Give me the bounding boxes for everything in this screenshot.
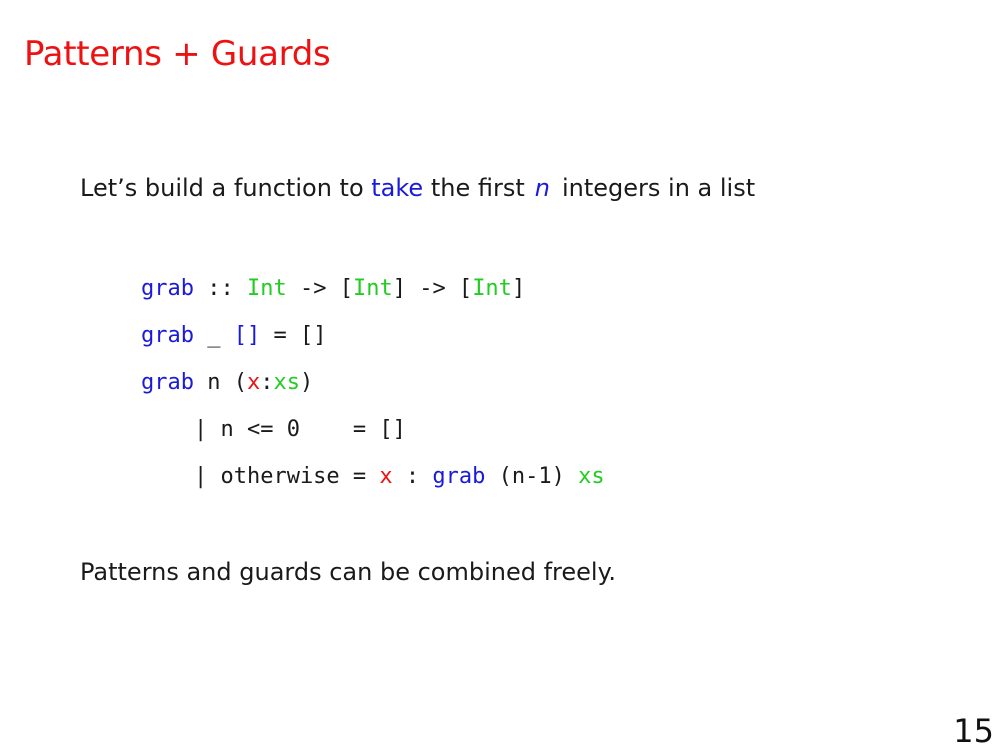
code-block: grab :: Int -> [Int] -> [Int] grab _ [] … bbox=[141, 270, 605, 505]
code-text: :: bbox=[193, 276, 247, 301]
conclusion-text: Patterns and guards can be combined free… bbox=[80, 558, 616, 586]
page-number: 15 bbox=[953, 712, 994, 750]
code-type: Int bbox=[352, 276, 393, 301]
code-empty-list-pattern: [] bbox=[233, 323, 261, 348]
code-fn-name: grab bbox=[141, 323, 194, 348]
code-text: -> [ bbox=[286, 276, 353, 301]
code-line-base-case: grab _ [] = [] bbox=[141, 317, 605, 364]
code-text: _ bbox=[193, 323, 234, 348]
intro-after: integers in a list bbox=[561, 174, 756, 202]
intro-n-variable: n bbox=[534, 174, 550, 202]
code-line-cons-case: grab n (x:xs) bbox=[141, 364, 605, 411]
code-fn-name: grab bbox=[141, 276, 194, 301]
code-tail-var: xs bbox=[273, 370, 300, 395]
code-head-var: x bbox=[379, 464, 393, 489]
code-text: : bbox=[392, 464, 433, 489]
code-text: ] -> [ bbox=[392, 276, 473, 301]
code-fn-name: grab bbox=[141, 370, 194, 395]
code-text: (n-1) bbox=[485, 464, 579, 489]
intro-middle: the first bbox=[423, 174, 525, 202]
code-line-guard-2: | otherwise = x : grab (n-1) xs bbox=[141, 458, 605, 505]
code-type: Int bbox=[472, 276, 512, 301]
code-text: | n <= 0 = [] bbox=[141, 417, 406, 442]
code-text: ) bbox=[299, 370, 314, 395]
code-text: : bbox=[260, 370, 274, 395]
code-line-signature: grab :: Int -> [Int] -> [Int] bbox=[141, 270, 605, 317]
code-tail-var: xs bbox=[578, 464, 605, 489]
code-type: Int bbox=[246, 276, 287, 301]
code-text: = [] bbox=[260, 323, 327, 348]
code-line-guard-1: | n <= 0 = [] bbox=[141, 411, 605, 458]
intro-take-keyword: take bbox=[371, 174, 424, 202]
code-text: | otherwise = bbox=[141, 464, 380, 489]
intro-before: Let’s build a function to bbox=[80, 174, 372, 202]
code-fn-name: grab bbox=[432, 464, 486, 489]
code-head-var: x bbox=[246, 370, 261, 395]
code-text: n ( bbox=[193, 370, 247, 395]
code-text: ] bbox=[511, 276, 526, 301]
slide-title: Patterns + Guards bbox=[24, 34, 331, 74]
intro-text: Let’s build a function to take the first… bbox=[80, 174, 755, 202]
